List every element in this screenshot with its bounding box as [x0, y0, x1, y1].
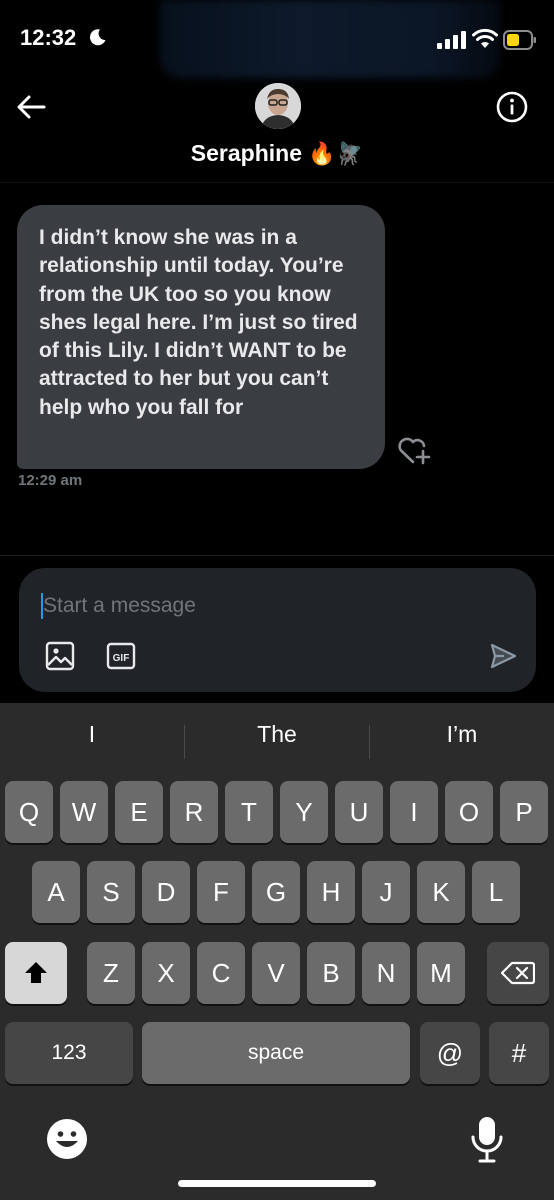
key-m[interactable]: M	[417, 942, 465, 1004]
image-icon[interactable]	[45, 641, 75, 671]
numbers-key[interactable]: 123	[5, 1022, 133, 1084]
key-g[interactable]: G	[252, 861, 300, 923]
key-h[interactable]: H	[307, 861, 355, 923]
send-icon[interactable]	[489, 642, 517, 670]
key-b[interactable]: B	[307, 942, 355, 1004]
key-q[interactable]: Q	[5, 781, 53, 843]
suggestion-1[interactable]: I	[0, 721, 184, 748]
gif-icon-frame: GIF	[106, 642, 136, 670]
key-r[interactable]: R	[170, 781, 218, 843]
info-icon[interactable]	[495, 90, 529, 124]
microphone-icon[interactable]	[470, 1115, 504, 1165]
keyboard: I The I’m Q W E R T Y U I O P A S D F G …	[0, 703, 554, 1200]
emoji-keyboard-icon[interactable]	[45, 1117, 89, 1161]
moon-icon	[89, 29, 106, 46]
key-u[interactable]: U	[335, 781, 383, 843]
key-w[interactable]: W	[60, 781, 108, 843]
gif-label: GIF	[113, 653, 130, 664]
backspace-icon	[500, 961, 536, 985]
key-c[interactable]: C	[197, 942, 245, 1004]
message-composer: GIF	[19, 568, 536, 692]
composer-area: GIF	[0, 555, 554, 703]
message-input[interactable]	[43, 592, 483, 620]
suggestion-2[interactable]: The	[185, 721, 369, 748]
space-key[interactable]: space	[142, 1022, 410, 1084]
hash-key[interactable]: #	[489, 1022, 549, 1084]
shift-key[interactable]	[5, 942, 67, 1004]
avatar[interactable]	[255, 83, 301, 129]
message-timestamp: 12:29 am	[18, 472, 83, 489]
avatar-image	[255, 83, 301, 129]
key-s[interactable]: S	[87, 861, 135, 923]
key-v[interactable]: V	[252, 942, 300, 1004]
shift-icon	[25, 962, 47, 983]
key-i[interactable]: I	[390, 781, 438, 843]
wifi-icon	[472, 28, 498, 48]
key-o[interactable]: O	[445, 781, 493, 843]
key-z[interactable]: Z	[87, 942, 135, 1004]
back-arrow-icon[interactable]	[14, 90, 48, 124]
contact-name-emojis: 🔥🪰	[308, 142, 364, 167]
message-bubble[interactable]: I didn’t know she was in a relationship …	[17, 205, 385, 469]
key-j[interactable]: J	[362, 861, 410, 923]
key-x[interactable]: X	[142, 942, 190, 1004]
key-p[interactable]: P	[500, 781, 548, 843]
key-k[interactable]: K	[417, 861, 465, 923]
conversation-thread: I didn’t know she was in a relationship …	[0, 182, 554, 555]
home-indicator	[178, 1180, 376, 1187]
add-reaction-icon[interactable]	[397, 436, 433, 466]
key-y[interactable]: Y	[280, 781, 328, 843]
predictive-suggestions: I The I’m	[0, 703, 554, 779]
status-bar: 12:32	[0, 0, 554, 80]
contact-name[interactable]: Seraphine 🔥🪰	[0, 140, 554, 167]
message-text: I didn’t know she was in a relationship …	[39, 226, 358, 419]
contact-name-text: Seraphine	[190, 140, 303, 166]
key-t[interactable]: T	[225, 781, 273, 843]
battery-icon	[503, 30, 536, 50]
delete-key[interactable]	[487, 942, 549, 1004]
key-l[interactable]: L	[472, 861, 520, 923]
suggestion-3[interactable]: I’m	[370, 721, 554, 748]
key-f[interactable]: F	[197, 861, 245, 923]
key-n[interactable]: N	[362, 942, 410, 1004]
key-a[interactable]: A	[32, 861, 80, 923]
gif-icon[interactable]: GIF	[106, 642, 136, 670]
at-key[interactable]: @	[420, 1022, 480, 1084]
key-e[interactable]: E	[115, 781, 163, 843]
status-time: 12:32	[20, 25, 77, 50]
cellular-signal-icon	[437, 31, 466, 49]
key-d[interactable]: D	[142, 861, 190, 923]
